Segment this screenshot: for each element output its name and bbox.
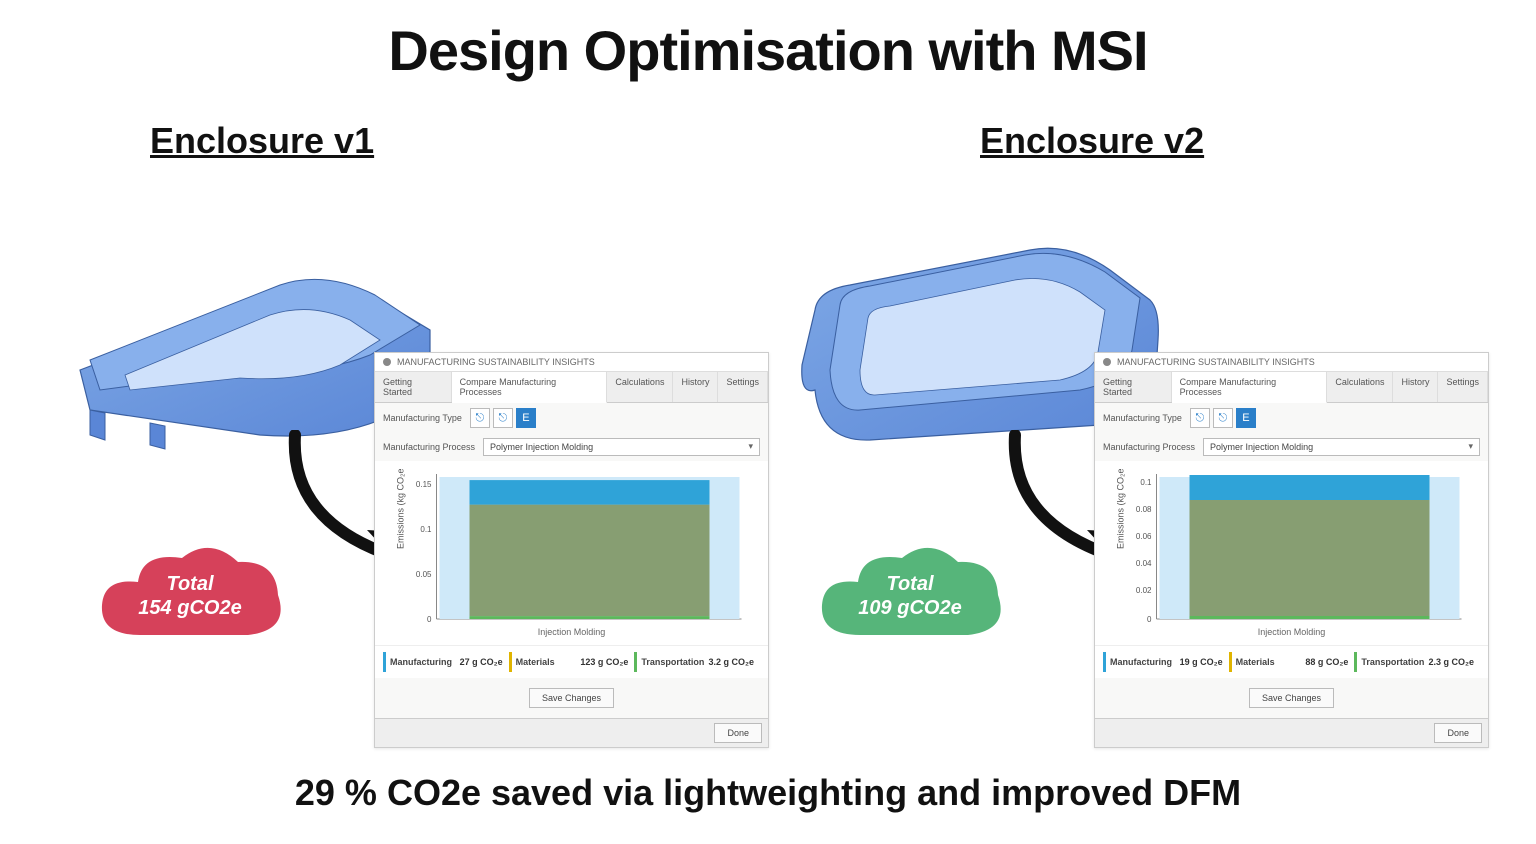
manuf-process-label: Manufacturing Process [383, 442, 475, 452]
panel-tabs: Getting Started Compare Manufacturing Pr… [375, 372, 768, 403]
panel-title-text: MANUFACTURING SUSTAINABILITY INSIGHTS [1117, 357, 1315, 367]
tab-compare[interactable]: Compare Manufacturing Processes [1172, 372, 1328, 403]
manuf-process-label: Manufacturing Process [1103, 442, 1195, 452]
legend-color-materials [509, 652, 512, 672]
tab-history[interactable]: History [673, 372, 718, 402]
svg-text:0.1: 0.1 [420, 525, 432, 534]
tab-settings[interactable]: Settings [1438, 372, 1488, 402]
done-row: Done [375, 718, 768, 747]
done-button[interactable]: Done [714, 723, 762, 743]
tab-compare[interactable]: Compare Manufacturing Processes [452, 372, 608, 403]
heading-v2: Enclosure v2 [980, 120, 1500, 162]
save-button[interactable]: Save Changes [529, 688, 614, 708]
done-button[interactable]: Done [1434, 723, 1482, 743]
legend-transportation: Transportation 3.2 g CO₂e [634, 652, 760, 672]
panel-title-text: MANUFACTURING SUSTAINABILITY INSIGHTS [397, 357, 595, 367]
manufacturing-process-row: Manufacturing Process Polymer Injection … [1095, 433, 1488, 461]
legend-color-transportation [634, 652, 637, 672]
type-btn-3[interactable]: E [1236, 408, 1256, 428]
legend-row: Manufacturing 19 g CO₂e Materials 88 g C… [1095, 645, 1488, 678]
legend-row: Manufacturing 27 g CO₂e Materials 123 g … [375, 645, 768, 678]
process-dropdown[interactable]: Polymer Injection Molding [1203, 438, 1480, 456]
svg-text:0.1: 0.1 [1140, 478, 1152, 487]
bar-transportation [470, 616, 710, 619]
svg-text:0.08: 0.08 [1136, 505, 1152, 514]
bar-transportation [1190, 616, 1430, 619]
svg-text:0: 0 [427, 615, 432, 624]
manufacturing-type-row: Manufacturing Type ⎋ ⎋ E [1095, 403, 1488, 433]
total-cloud-v1: Total 154 gCO2e [90, 540, 290, 660]
manuf-type-label: Manufacturing Type [1103, 413, 1182, 423]
tab-calculations[interactable]: Calculations [1327, 372, 1393, 402]
y-axis-label: Emissions (kg CO₂e) [396, 469, 406, 549]
app-icon [1103, 358, 1111, 366]
legend-color-manufacturing [1103, 652, 1106, 672]
legend-color-transportation [1354, 652, 1357, 672]
total-cloud-text-v1: Total 154 gCO2e [90, 572, 290, 620]
y-axis-label: Emissions (kg CO₂e) [1116, 469, 1126, 549]
svg-text:0.15: 0.15 [416, 480, 432, 489]
legend-transportation: Transportation 2.3 g CO₂e [1354, 652, 1480, 672]
type-btn-3[interactable]: E [516, 408, 536, 428]
bar-manufacturing [1190, 475, 1430, 500]
page-title: Design Optimisation with MSI [0, 18, 1536, 83]
panel-titlebar: MANUFACTURING SUSTAINABILITY INSIGHTS [375, 353, 768, 372]
emissions-chart-v1: Emissions (kg CO₂e) 0 0.05 0.1 0.15 [375, 461, 768, 645]
legend-materials: Materials 123 g CO₂e [509, 652, 635, 672]
heading-v1: Enclosure v1 [150, 120, 780, 162]
svg-text:0.04: 0.04 [1136, 559, 1152, 568]
app-icon [383, 358, 391, 366]
svg-text:0.06: 0.06 [1136, 532, 1152, 541]
bar-materials [1190, 500, 1430, 616]
summary-text: 29 % CO2e saved via lightweighting and i… [0, 772, 1536, 814]
manufacturing-type-row: Manufacturing Type ⎋ ⎋ E [375, 403, 768, 433]
process-dropdown[interactable]: Polymer Injection Molding [483, 438, 760, 456]
legend-color-materials [1229, 652, 1232, 672]
save-row: Save Changes [375, 678, 768, 718]
tab-settings[interactable]: Settings [718, 372, 768, 402]
legend-manufacturing: Manufacturing 27 g CO₂e [383, 652, 509, 672]
msi-panel-v1: MANUFACTURING SUSTAINABILITY INSIGHTS Ge… [374, 352, 769, 748]
tab-history[interactable]: History [1393, 372, 1438, 402]
svg-text:0.02: 0.02 [1136, 586, 1152, 595]
type-btn-1[interactable]: ⎋ [1190, 408, 1210, 428]
tab-getting-started[interactable]: Getting Started [1095, 372, 1172, 402]
legend-materials: Materials 88 g CO₂e [1229, 652, 1355, 672]
bar-manufacturing [470, 480, 710, 505]
legend-color-manufacturing [383, 652, 386, 672]
panel-tabs: Getting Started Compare Manufacturing Pr… [1095, 372, 1488, 403]
svg-text:0.05: 0.05 [416, 570, 432, 579]
bar-materials [470, 505, 710, 616]
x-axis-label: Injection Molding [1105, 627, 1478, 641]
column-v2: Enclosure v2 Total 109 gCO2e MANUFACTURI… [780, 120, 1500, 162]
manuf-type-label: Manufacturing Type [383, 413, 462, 423]
manufacturing-process-row: Manufacturing Process Polymer Injection … [375, 433, 768, 461]
type-btn-2[interactable]: ⎋ [1213, 408, 1233, 428]
panel-titlebar: MANUFACTURING SUSTAINABILITY INSIGHTS [1095, 353, 1488, 372]
column-v1: Enclosure v1 Total 154 gCO2e [60, 120, 780, 162]
total-cloud-text-v2: Total 109 gCO2e [810, 572, 1010, 620]
emissions-chart-v2: Emissions (kg CO₂e) 0 0.02 0.04 0.06 0.0… [1095, 461, 1488, 645]
tab-calculations[interactable]: Calculations [607, 372, 673, 402]
save-button[interactable]: Save Changes [1249, 688, 1334, 708]
total-cloud-v2: Total 109 gCO2e [810, 540, 1010, 660]
type-btn-1[interactable]: ⎋ [470, 408, 490, 428]
done-row: Done [1095, 718, 1488, 747]
svg-text:0: 0 [1147, 615, 1152, 624]
save-row: Save Changes [1095, 678, 1488, 718]
legend-manufacturing: Manufacturing 19 g CO₂e [1103, 652, 1229, 672]
x-axis-label: Injection Molding [385, 627, 758, 641]
tab-getting-started[interactable]: Getting Started [375, 372, 452, 402]
msi-panel-v2: MANUFACTURING SUSTAINABILITY INSIGHTS Ge… [1094, 352, 1489, 748]
type-btn-2[interactable]: ⎋ [493, 408, 513, 428]
